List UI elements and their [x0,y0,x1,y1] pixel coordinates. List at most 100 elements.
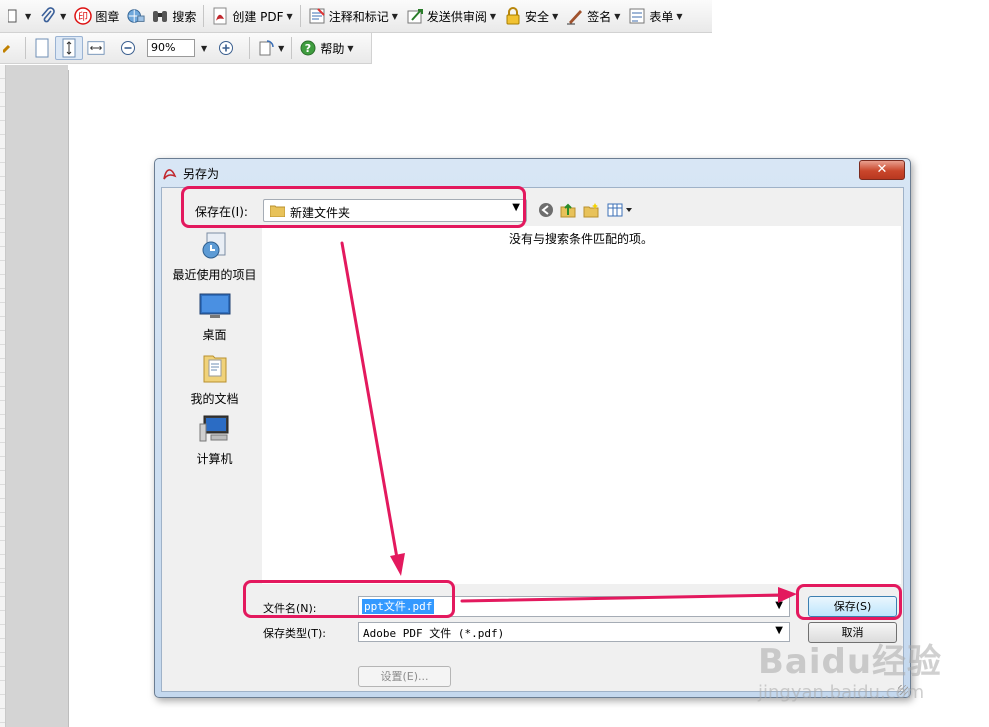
chevron-down-icon[interactable]: ▼ [775,600,783,611]
toolbar-separator [203,5,205,27]
create-pdf-icon [211,7,229,25]
chevron-down-icon: ▼ [286,11,293,21]
hand-tool-icon [0,39,18,57]
settings-button[interactable]: 设置(E)... [358,666,451,687]
zoom-dropdown-chevron-icon[interactable]: ▼ [201,44,207,53]
document-background [6,65,68,727]
lock-icon [504,7,522,25]
sign-label: 签名 [587,9,612,24]
chevron-down-icon: ▼ [676,11,683,21]
toolbar-separator [291,37,293,59]
chevron-down-icon: ▼ [552,11,559,21]
place-computer[interactable]: 计算机 [167,414,262,467]
stamp-label: 图章 [95,9,120,24]
rotate-page-icon [257,39,275,57]
fit-height-button[interactable] [55,36,83,60]
comment-markup-icon [308,7,326,25]
filetype-value: Adobe PDF 文件 (*.pdf) [363,627,505,640]
filetype-label: 保存类型(T): [263,627,327,640]
chevron-down-icon: ▼ [489,11,497,21]
zoom-level-input[interactable]: 90% [147,39,195,57]
rotate-page-button[interactable]: ▼ [253,36,288,60]
recent-items-icon [167,230,262,263]
send-review-icon [406,7,424,25]
forms-label: 表单 [649,9,674,24]
fit-width-icon [87,39,105,57]
single-page-icon [33,38,51,58]
toolbar-separator [25,37,26,59]
create-pdf-label: 创建 PDF [232,9,284,24]
view-menu-icon[interactable] [607,202,635,218]
view-toolbar: 90% ▼ ▼ ? 帮助 ▼ [0,33,372,64]
chevron-down-icon: ▼ [391,11,398,21]
highlight-save-in [181,186,526,228]
chevron-down-icon: ▼ [614,11,621,21]
binoculars-icon [151,7,169,25]
paperclip-icon [39,7,57,25]
security-button[interactable]: 安全 ▼ [500,4,562,28]
filetype-dropdown[interactable]: Adobe PDF 文件 (*.pdf) ▼ [358,622,790,642]
send-for-review-label: 发送供审阅 [426,9,487,24]
place-recent-items[interactable]: 最近使用的项目 [167,230,262,283]
watermark-url: jingyan.baidu.com [758,682,925,703]
stamp-button[interactable]: 印 图章 [70,4,123,28]
highlight-save-button [796,584,902,620]
back-icon[interactable] [538,202,554,218]
page-icon [4,7,22,25]
help-button[interactable]: ? 帮助 ▼ [295,36,357,60]
new-folder-icon[interactable] [583,202,599,218]
place-label: 计算机 [196,452,233,466]
fit-height-icon [60,38,78,58]
chevron-down-icon: ▼ [347,43,354,53]
close-button[interactable]: ✕ [859,160,905,180]
acrobat-icon [163,165,177,180]
place-desktop[interactable]: 桌面 [167,292,262,343]
place-label: 最近使用的项目 [172,268,257,282]
watermark-logo: Baidu经验 [758,642,943,682]
empty-list-message: 没有与搜索条件匹配的项。 [509,232,654,246]
chevron-down-icon: ▼ [25,11,32,21]
zoom-out-button[interactable] [115,36,141,60]
dialog-title: 另存为 [183,167,220,181]
desktop-icon [167,292,262,323]
place-label: 我的文档 [190,392,239,406]
help-label: 帮助 [320,41,345,56]
chevron-down-icon: ▼ [278,43,285,53]
page-tool-button[interactable]: ▼ [0,4,35,28]
select-tool-button[interactable] [0,36,22,60]
attach-button[interactable]: ▼ [35,4,70,28]
search-label: 搜索 [172,9,197,24]
forms-icon [628,7,646,25]
pen-sign-icon [566,7,584,25]
comment-markup-button[interactable]: 注释和标记 ▼ [304,4,402,28]
search-button[interactable]: 搜索 [123,4,200,28]
sign-button[interactable]: 签名 ▼ [562,4,624,28]
stamp-icon: 印 [74,7,93,25]
zoom-in-button[interactable] [213,36,239,60]
svg-text:印: 印 [78,11,88,23]
send-for-review-button[interactable]: 发送供审阅 ▼ [402,4,500,28]
forms-button[interactable]: 表单 ▼ [624,4,686,28]
security-label: 安全 [525,9,550,24]
zoom-in-icon [217,39,235,57]
globe-search-icon [127,7,145,25]
create-pdf-button[interactable]: 创建 PDF ▼ [207,4,296,28]
main-toolbar: ▼ ▼ 印 图章 搜索 创建 PDF ▼ 注释和标记 ▼ 发送供审阅 ▼ 安全 … [0,0,712,33]
documents-icon [167,352,262,387]
svg-text:?: ? [305,42,311,55]
chevron-down-icon: ▼ [60,11,67,21]
highlight-filename [243,580,455,618]
file-list[interactable]: 没有与搜索条件匹配的项。 [262,226,901,584]
dialog-title-bar[interactable]: 另存为 ✕ [155,159,910,187]
zoom-out-icon [119,39,137,57]
comment-markup-label: 注释和标记 [328,9,389,24]
baidu-watermark: Baidu经验 jingyan.baidu.com [758,634,978,722]
up-folder-icon[interactable] [560,202,576,218]
toolbar-separator [299,5,301,27]
place-documents[interactable]: 我的文档 [167,352,262,407]
single-page-button[interactable] [29,36,55,60]
help-icon: ? [299,39,317,57]
toolbar-separator [249,37,251,59]
place-label: 桌面 [202,328,227,342]
fit-width-button[interactable] [83,36,109,60]
